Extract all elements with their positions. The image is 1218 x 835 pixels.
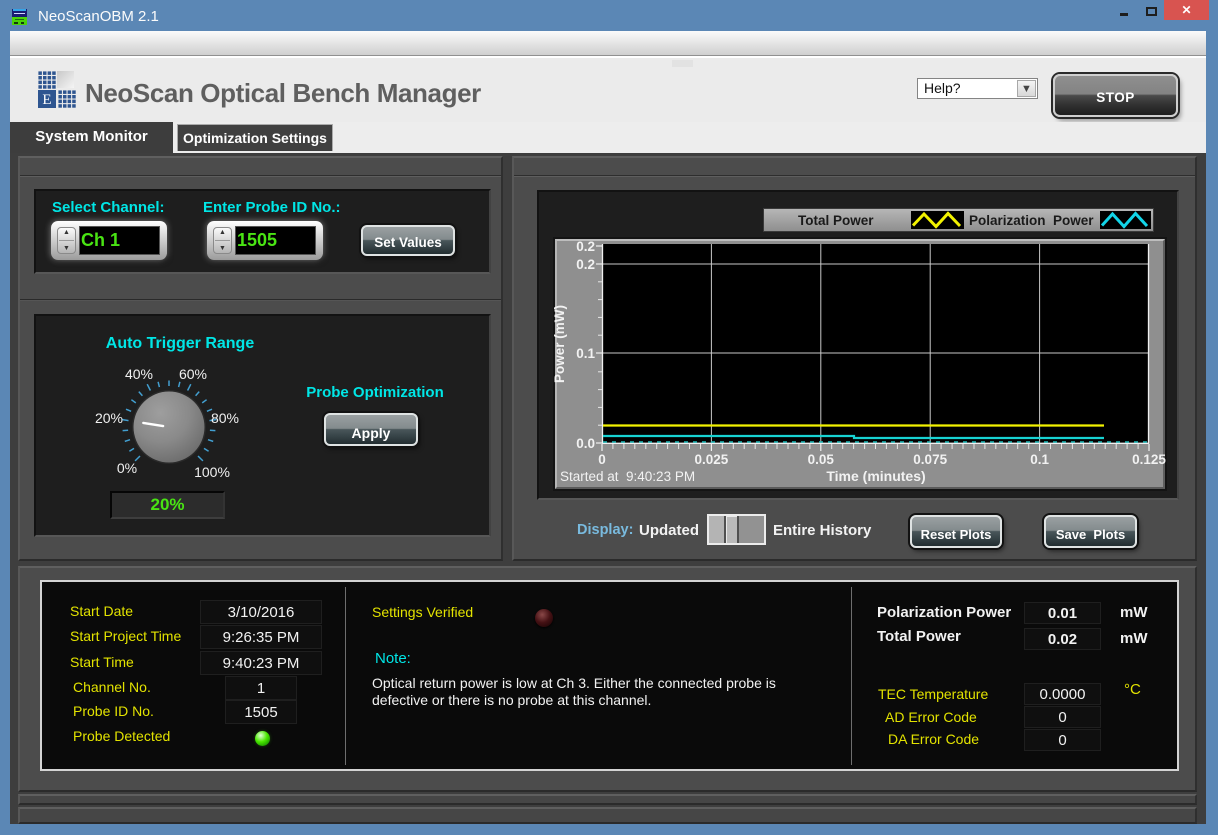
svg-text:Time (minutes): Time (minutes) [826, 468, 925, 484]
svg-text:0.125: 0.125 [1132, 452, 1166, 467]
svg-text:0: 0 [598, 452, 606, 467]
svg-text:0.025: 0.025 [695, 452, 729, 467]
svg-text:Started at 9:40:23 PM: Started at 9:40:23 PM [560, 469, 695, 484]
svg-text:0.1: 0.1 [1030, 452, 1049, 467]
svg-text:0.05: 0.05 [808, 452, 835, 467]
svg-text:Power (mW): Power (mW) [552, 305, 567, 383]
svg-text:0.2: 0.2 [576, 257, 595, 272]
svg-text:0.075: 0.075 [913, 452, 947, 467]
svg-text:E: E [42, 92, 51, 108]
svg-text:0.2: 0.2 [576, 239, 595, 254]
svg-text:0.0: 0.0 [576, 436, 595, 451]
svg-text:0.1: 0.1 [576, 346, 595, 361]
